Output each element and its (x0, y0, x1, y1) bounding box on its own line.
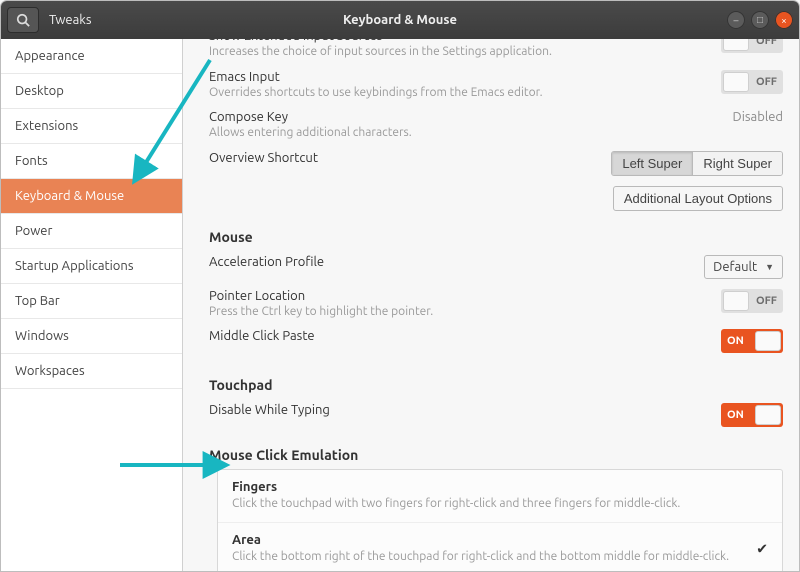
row-emacs-input: Emacs Input Overrides shortcuts to use k… (209, 66, 783, 107)
close-button[interactable]: × (775, 11, 793, 29)
middle-paste-label: Middle Click Paste (209, 329, 711, 343)
row-accel-profile: Acceleration Profile Default ▼ (209, 251, 783, 285)
emacs-toggle[interactable]: OFF (721, 70, 783, 94)
sidebar-item-extensions[interactable]: Extensions (1, 109, 182, 144)
pointer-loc-desc: Press the Ctrl key to highlight the poin… (209, 304, 711, 320)
page-title: Keyboard & Mouse (1, 13, 799, 27)
pointer-loc-toggle[interactable]: OFF (721, 289, 783, 313)
app-name: Tweaks (49, 13, 91, 27)
row-compose-key: Compose Key Allows entering additional c… (209, 106, 783, 147)
emulation-fingers-desc: Click the touchpad with two fingers for … (232, 496, 680, 512)
toggle-knob (723, 39, 749, 51)
toggle-text: ON (727, 335, 744, 347)
toggle-text: OFF (756, 39, 777, 47)
sidebar-item-startup-apps[interactable]: Startup Applications (1, 249, 182, 284)
disable-typing-toggle[interactable]: ON (721, 403, 783, 427)
row-middle-click-paste: Middle Click Paste ON (209, 325, 783, 359)
accel-value: Default (713, 260, 757, 274)
sidebar-item-keyboard-mouse[interactable]: Keyboard & Mouse (1, 179, 182, 214)
content[interactable]: Show Extended Input Sources Increases th… (183, 39, 799, 571)
sidebar-item-desktop[interactable]: Desktop (1, 74, 182, 109)
accel-label: Acceleration Profile (209, 255, 694, 269)
emulation-area-desc: Click the bottom right of the touchpad f… (232, 549, 729, 565)
toggle-knob (723, 291, 749, 311)
toggle-text: OFF (756, 76, 777, 88)
compose-value[interactable]: Disabled (733, 110, 783, 124)
compose-label: Compose Key (209, 110, 723, 124)
ext-sources-label: Show Extended Input Sources (209, 39, 711, 43)
row-overview-shortcut: Overview Shortcut Left Super Right Super (209, 147, 783, 182)
minimize-button[interactable]: – (727, 11, 745, 29)
sidebar-item-workspaces[interactable]: Workspaces (1, 354, 182, 389)
ext-sources-desc: Increases the choice of input sources in… (209, 44, 711, 60)
compose-desc: Allows entering additional characters. (209, 125, 723, 141)
overview-right-super[interactable]: Right Super (692, 152, 782, 175)
toggle-knob (755, 331, 781, 351)
sidebar-item-appearance[interactable]: Appearance (1, 39, 182, 74)
layout-options-button[interactable]: Additional Layout Options (613, 186, 783, 211)
row-extended-input-sources: Show Extended Input Sources Increases th… (209, 39, 783, 66)
sidebar: Appearance Desktop Extensions Fonts Keyb… (1, 39, 183, 571)
ext-sources-toggle[interactable]: OFF (721, 39, 783, 53)
overview-left-super[interactable]: Left Super (612, 152, 692, 175)
toggle-text: ON (727, 409, 744, 421)
overview-label: Overview Shortcut (209, 151, 601, 165)
pointer-loc-label: Pointer Location (209, 289, 711, 303)
emulation-fingers-title: Fingers (232, 480, 680, 494)
body: Appearance Desktop Extensions Fonts Keyb… (1, 39, 799, 571)
toggle-text: OFF (756, 295, 777, 307)
row-disable-while-typing: Disable While Typing ON (209, 399, 783, 433)
chevron-down-icon: ▼ (765, 262, 774, 272)
emulation-area-title: Area (232, 533, 729, 547)
window-controls: – □ × (727, 1, 793, 39)
sidebar-item-top-bar[interactable]: Top Bar (1, 284, 182, 319)
emacs-label: Emacs Input (209, 70, 711, 84)
click-emulation-group: Fingers Click the touchpad with two fing… (217, 469, 783, 571)
emulation-fingers[interactable]: Fingers Click the touchpad with two fing… (218, 470, 782, 522)
sidebar-item-windows[interactable]: Windows (1, 319, 182, 354)
row-pointer-location: Pointer Location Press the Ctrl key to h… (209, 285, 783, 326)
section-touchpad: Touchpad (209, 377, 783, 393)
maximize-button[interactable]: □ (751, 11, 769, 29)
section-mouse: Mouse (209, 229, 783, 245)
disable-typing-label: Disable While Typing (209, 403, 711, 417)
emulation-area[interactable]: Area Click the bottom right of the touch… (218, 522, 782, 571)
window: Tweaks Keyboard & Mouse – □ × Appearance… (0, 0, 800, 572)
toggle-knob (755, 405, 781, 425)
toggle-knob (723, 72, 749, 92)
overview-segmented: Left Super Right Super (611, 151, 783, 176)
accel-combo[interactable]: Default ▼ (704, 255, 783, 279)
emacs-desc: Overrides shortcuts to use keybindings f… (209, 85, 711, 101)
sidebar-item-power[interactable]: Power (1, 214, 182, 249)
titlebar: Tweaks Keyboard & Mouse – □ × (1, 1, 799, 39)
sidebar-item-fonts[interactable]: Fonts (1, 144, 182, 179)
middle-paste-toggle[interactable]: ON (721, 329, 783, 353)
check-icon: ✔ (756, 540, 768, 557)
section-click-emulation: Mouse Click Emulation (209, 447, 783, 463)
search-icon (16, 13, 30, 27)
row-layout-options: Additional Layout Options (209, 186, 783, 211)
search-button[interactable] (7, 7, 39, 33)
